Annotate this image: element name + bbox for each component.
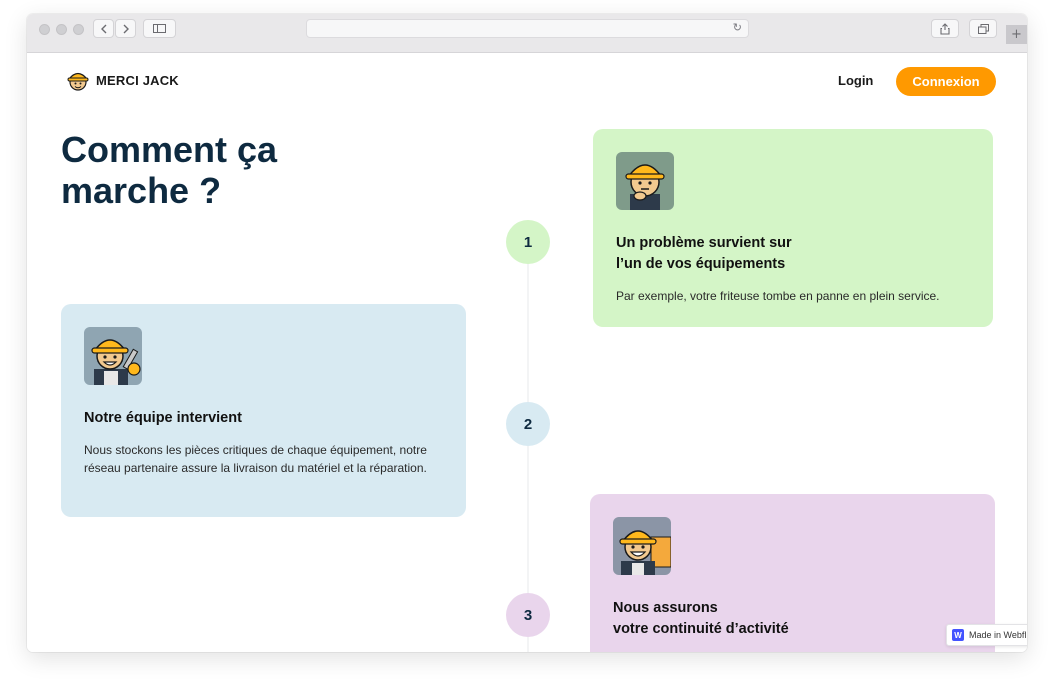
card-3-title: Nous assurons votre continuité d’activit… <box>613 598 972 640</box>
step-card-1: Un problème survient sur l’un de vos équ… <box>593 129 993 327</box>
made-in-webflow-badge[interactable]: W Made in Webfl <box>946 624 1027 646</box>
share-button[interactable] <box>931 19 959 38</box>
browser-toolbar: ↻ + <box>27 14 1027 53</box>
minimize-window-button[interactable] <box>56 24 67 35</box>
card-2-title-line-1: Notre équipe intervient <box>84 410 242 426</box>
page-content: MERCI JACK Login Connexion Comment ça ma… <box>27 53 1027 652</box>
forward-button[interactable] <box>115 19 136 38</box>
tabs-overview-button[interactable] <box>969 19 997 38</box>
card-1-title-line-1: Un problème survient sur <box>616 235 792 251</box>
step-badge-1: 1 <box>506 220 550 264</box>
page-title-line-2: marche ? <box>61 170 222 211</box>
webflow-badge-label: Made in Webfl <box>969 630 1027 640</box>
new-tab-button[interactable]: + <box>1006 25 1027 44</box>
brand-name: MERCI JACK <box>96 72 179 88</box>
worker-with-tool-avatar <box>84 327 142 385</box>
card-1-text: Par exemple, votre friteuse tombe en pan… <box>616 289 940 303</box>
browser-window: ↻ + MERCI JACK Login Connexion Comment ç… <box>27 14 1027 652</box>
step-card-2: Notre équipe intervient Nous stockons le… <box>61 304 466 517</box>
zoom-window-button[interactable] <box>73 24 84 35</box>
step-badge-3: 3 <box>506 593 550 637</box>
page-title-line-1: Comment ça <box>61 129 278 170</box>
share-icon <box>940 22 950 35</box>
login-link[interactable]: Login <box>838 73 873 88</box>
chevron-left-icon <box>100 24 106 33</box>
back-button[interactable] <box>93 19 114 38</box>
step-badge-2: 2 <box>506 402 550 446</box>
card-1-title-line-2: l’un de vos équipements <box>616 256 786 272</box>
webflow-icon: W <box>952 629 964 641</box>
card-1-title: Un problème survient sur l’un de vos équ… <box>616 233 970 275</box>
card-2-title: Notre équipe intervient <box>84 408 443 429</box>
card-3-title-line-1: Nous assurons <box>613 600 718 616</box>
thinking-worker-avatar <box>616 152 674 210</box>
card-3-title-line-2: votre continuité d’activité <box>613 621 789 637</box>
chevron-right-icon <box>123 24 129 33</box>
card-2-text: Nous stockons les pièces critiques de ch… <box>84 443 427 475</box>
step-card-3: Nous assurons votre continuité d’activit… <box>590 494 995 652</box>
sidebar-toggle-button[interactable] <box>143 19 176 38</box>
worker-logo-icon <box>67 72 89 91</box>
close-window-button[interactable] <box>39 24 50 35</box>
happy-worker-avatar <box>613 517 671 575</box>
tabs-icon <box>977 23 989 34</box>
page-title: Comment ça marche ? <box>61 129 381 211</box>
address-bar[interactable]: ↻ <box>306 19 749 38</box>
reload-icon[interactable]: ↻ <box>733 21 742 34</box>
sidebar-icon <box>153 24 166 33</box>
connexion-button[interactable]: Connexion <box>896 67 996 96</box>
brand-logo[interactable]: MERCI JACK <box>65 67 179 93</box>
